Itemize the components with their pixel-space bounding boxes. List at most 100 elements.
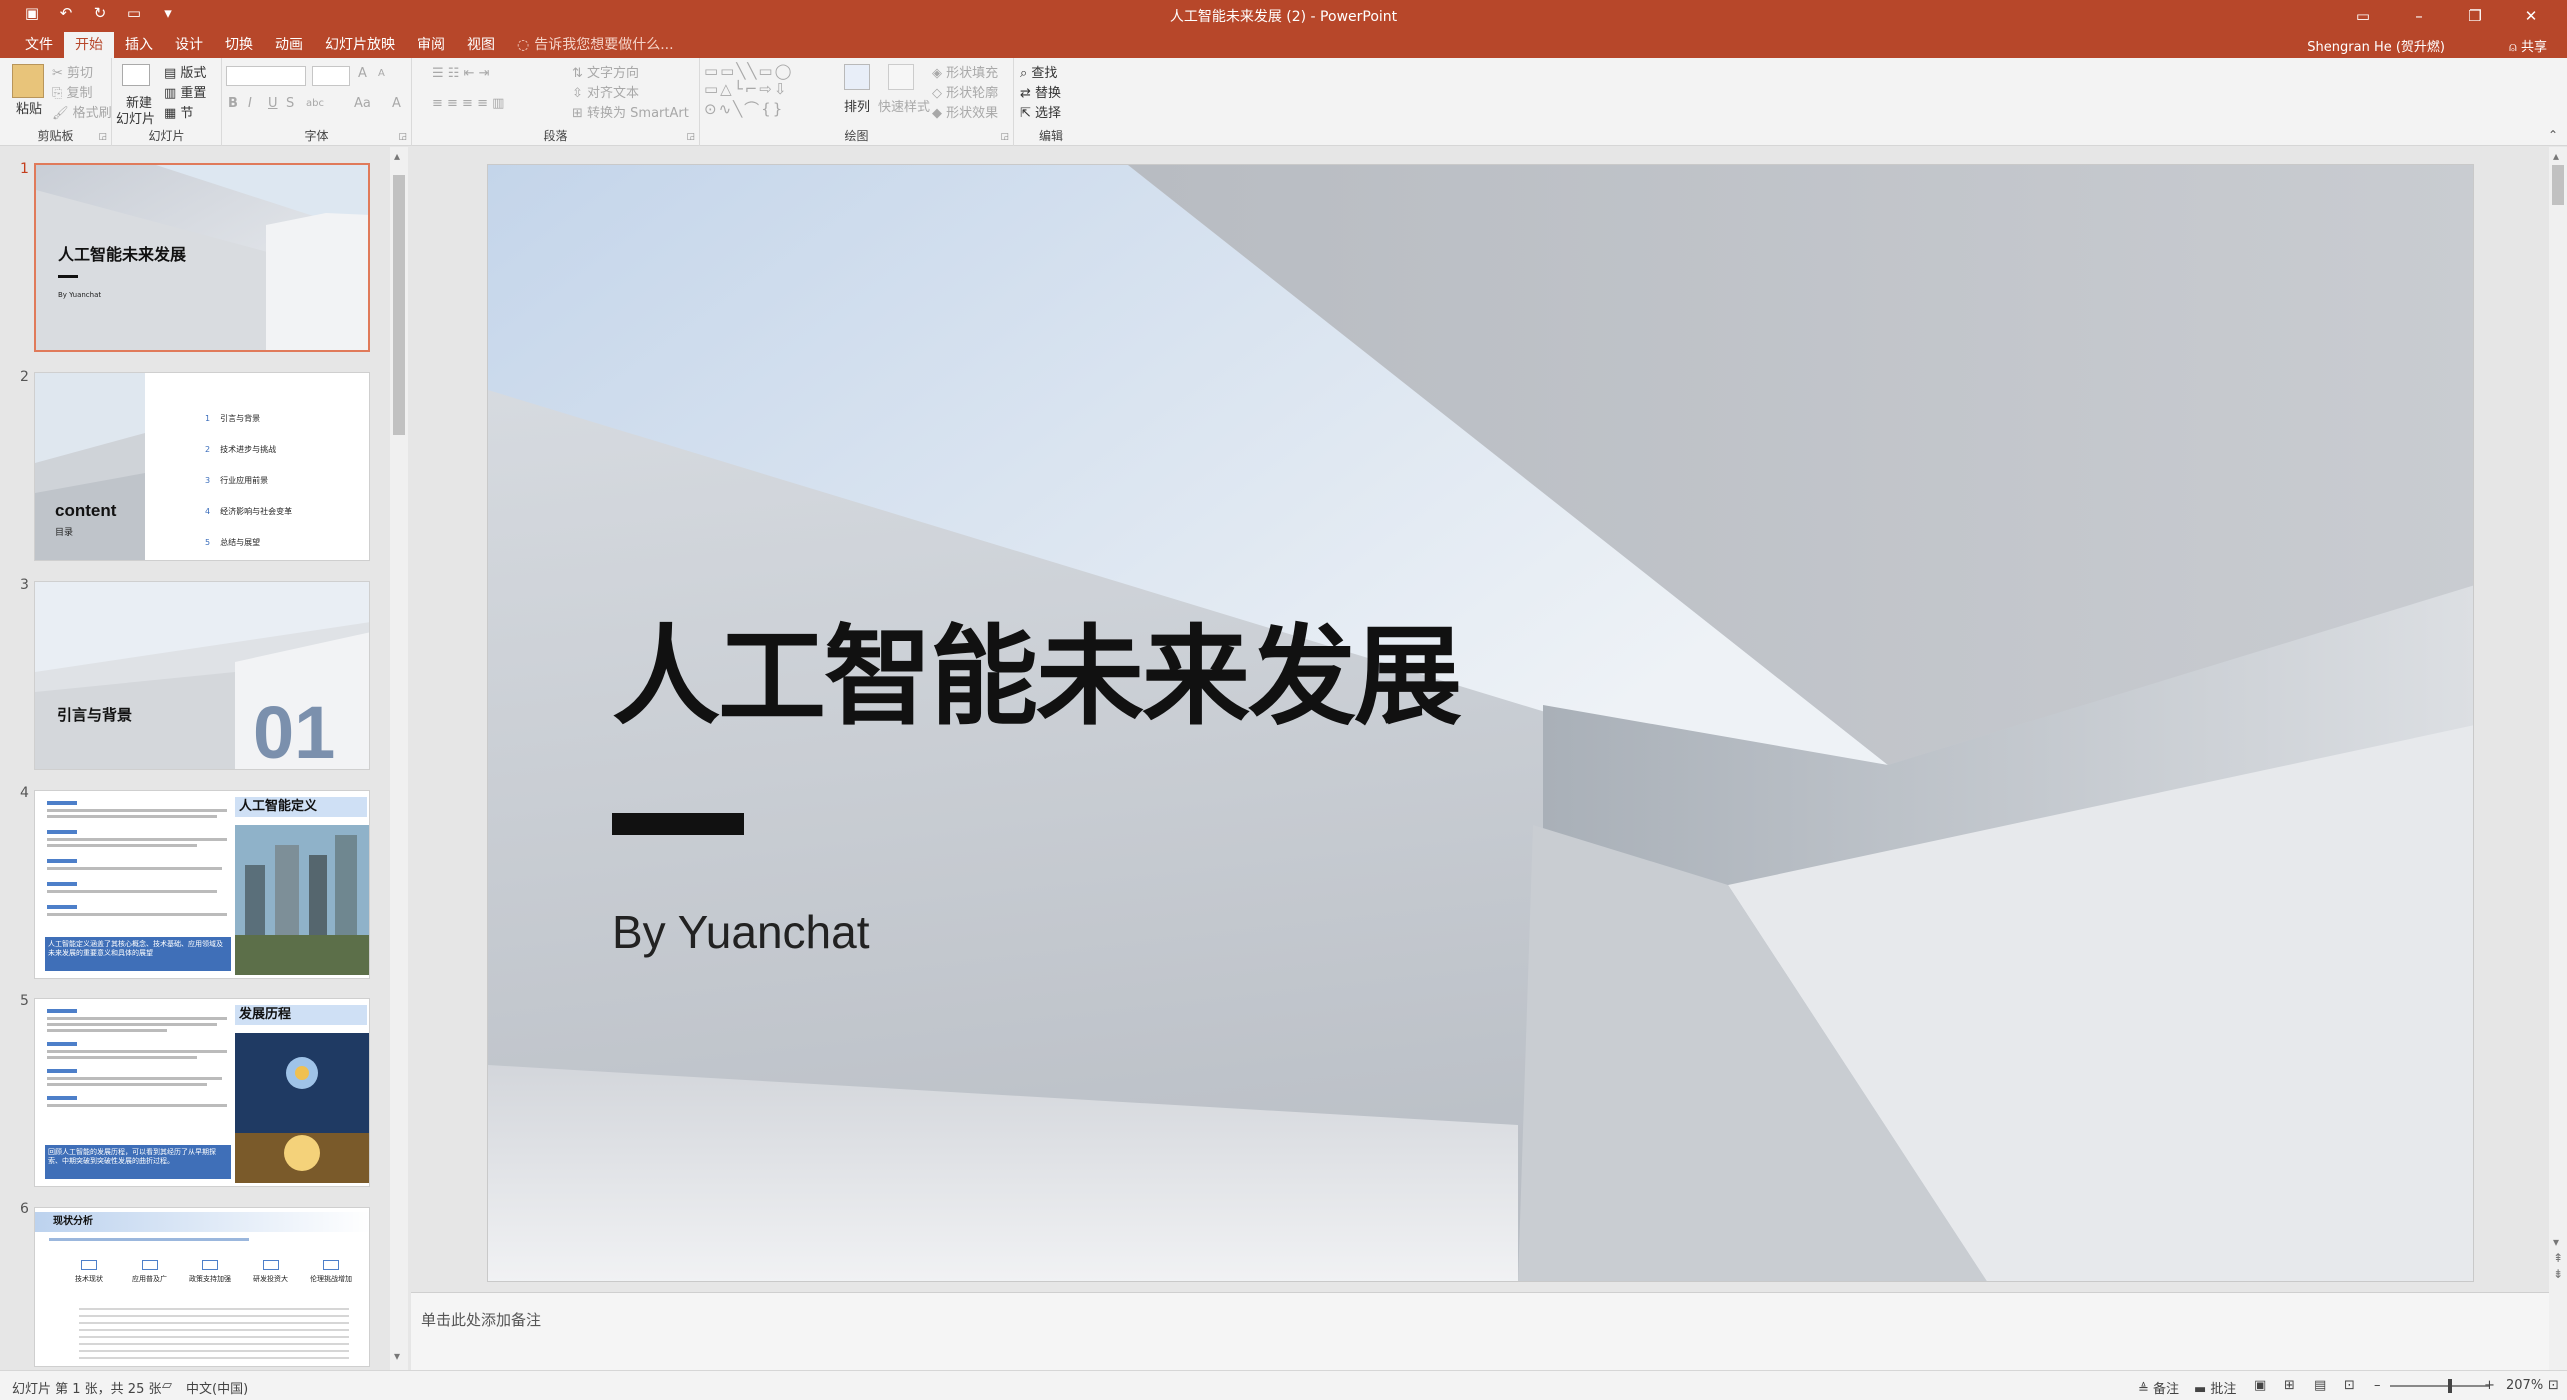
change-case-button[interactable]: Aa — [354, 96, 371, 111]
font-color-button[interactable]: A — [392, 96, 401, 111]
slide-thumbnail-2[interactable]: content 目录 1 引言与背景 2 技术进步与挑战 3 行业应用前景 4 经济影响… — [34, 372, 370, 561]
scrollbar-thumb[interactable] — [393, 175, 405, 435]
shape-outline-button[interactable]: ◇ 形状轮廓 — [932, 82, 998, 101]
thumb-column: 技术现状 — [65, 1260, 113, 1284]
notes-pane[interactable]: 单击此处添加备注 — [411, 1292, 2549, 1370]
shrink-font-button[interactable]: A — [378, 68, 385, 79]
slide-thumbnail-4[interactable]: 人工智能定义 人工智能定义涵盖了其核心概念、技术基础、应用领域及未来发展的重要意… — [34, 790, 370, 979]
shape-effects-button[interactable]: ◆ 形状效果 — [932, 102, 998, 121]
scroll-up-icon[interactable]: ▴ — [2553, 149, 2559, 163]
arrange-button[interactable]: 排列 — [844, 96, 870, 115]
character-spacing-button[interactable]: abc — [306, 98, 324, 109]
find-button[interactable]: ⌕ 查找 — [1020, 62, 1057, 81]
reading-view-icon[interactable]: ▤ — [2314, 1378, 2326, 1393]
restore-button[interactable]: ❐ — [2447, 2, 2503, 30]
tab-animations[interactable]: 动画 — [264, 32, 314, 58]
paragraph-launcher-icon[interactable]: ◲ — [686, 132, 695, 142]
notes-placeholder: 单击此处添加备注 — [421, 1311, 542, 1329]
editor-scrollbar[interactable]: ▴ ▾ ⇞ ⇟ — [2549, 147, 2567, 1370]
thumb-text-lines — [79, 1308, 349, 1363]
zoom-out-button[interactable]: – — [2374, 1378, 2381, 1393]
grow-font-button[interactable]: A — [358, 66, 367, 81]
cut-button[interactable]: ✂ 剪切 — [52, 62, 93, 81]
thumb-column: 伦理挑战增加 — [307, 1260, 355, 1284]
scroll-up-icon[interactable]: ▴ — [394, 149, 400, 163]
shape-fill-button[interactable]: ◈ 形状填充 — [932, 62, 998, 81]
slideshow-view-icon[interactable]: ⊡ — [2344, 1378, 2355, 1393]
slide-count: 幻灯片 第 1 张，共 25 张 — [12, 1382, 162, 1397]
minimize-button[interactable]: – — [2391, 2, 2447, 30]
font-launcher-icon[interactable]: ◲ — [398, 132, 407, 142]
toc-label: 技术进步与挑战 — [220, 445, 277, 454]
scroll-down-icon[interactable]: ▾ — [2553, 1235, 2559, 1249]
zoom-in-button[interactable]: + — [2484, 1378, 2495, 1393]
previous-slide-icon[interactable]: ⇞ — [2553, 1251, 2563, 1265]
notes-toggle-button[interactable]: ≜ 备注 — [2138, 1378, 2179, 1397]
main-slide-canvas[interactable]: 人工智能未来发展 By Yuanchat — [487, 164, 2474, 1282]
underline-button[interactable]: U — [268, 96, 278, 111]
clipboard-launcher-icon[interactable]: ◲ — [98, 132, 107, 142]
tell-me-search[interactable]: ◌ 告诉我您想要做什么... — [506, 32, 685, 58]
reset-button[interactable]: ▥ 重置 — [164, 82, 206, 101]
quick-styles-button[interactable]: 快速样式 — [878, 96, 930, 115]
italic-button[interactable]: I — [248, 96, 252, 111]
font-size-box[interactable] — [312, 66, 350, 86]
align-text-button[interactable]: ⇳ 对齐文本 — [572, 82, 639, 101]
font-name-box[interactable] — [226, 66, 306, 86]
layout-button[interactable]: ▤ 版式 — [164, 62, 206, 81]
paste-button[interactable]: 粘贴 — [16, 98, 42, 117]
tab-home[interactable]: 开始 — [64, 32, 114, 58]
spell-check-icon[interactable]: ▱ — [162, 1378, 172, 1393]
next-slide-icon[interactable]: ⇟ — [2553, 1267, 2563, 1281]
select-button[interactable]: ⇱ 选择 — [1020, 102, 1061, 121]
notes-label: 备注 — [2153, 1382, 2180, 1397]
slide-sorter-view-icon[interactable]: ⊞ — [2284, 1378, 2295, 1393]
new-slide-label2[interactable]: 幻灯片 — [116, 108, 155, 127]
slide-thumbnail-3[interactable]: 引言与背景 01 — [34, 581, 370, 770]
ribbon-display-options-icon[interactable]: ▭ — [2335, 2, 2391, 30]
shapes-gallery[interactable]: ▭▭╲╲▭◯ ▭△└⌐⇨⇩ ⊙∿╲⌒{} — [704, 62, 793, 119]
text-direction-button[interactable]: ⇅ 文字方向 — [572, 62, 639, 81]
copy-button[interactable]: ⎘ 复制 — [52, 82, 93, 101]
tab-slideshow[interactable]: 幻灯片放映 — [314, 32, 406, 58]
share-button[interactable]: ⍝ 共享 — [2509, 36, 2547, 55]
bullets-button[interactable]: ☰ ☷ ⇤ ⇥ — [432, 66, 490, 81]
collapse-ribbon-icon[interactable]: ⌃ — [2548, 128, 2558, 142]
tab-view[interactable]: 视图 — [456, 32, 506, 58]
slide-thumbnail-5[interactable]: 发展历程 回顾人工智能的发展历程，可以看到其经历了从早期探索、中期突破到突破性发… — [34, 998, 370, 1187]
slide-thumbnail-1[interactable]: 人工智能未来发展 By Yuanchat — [34, 163, 370, 352]
thumbnail-scrollbar[interactable]: ▴ ▾ — [390, 147, 408, 1370]
slide-subtitle[interactable]: By Yuanchat — [612, 905, 869, 959]
format-painter-button[interactable]: 🖌 格式刷 — [52, 102, 112, 121]
toc-num: 2 — [205, 445, 211, 454]
title-underline-bar — [612, 813, 744, 835]
scroll-down-icon[interactable]: ▾ — [394, 1349, 400, 1363]
thumb-column: 研发投资大 — [247, 1260, 295, 1284]
scrollbar-thumb[interactable] — [2552, 165, 2564, 205]
shadow-button[interactable]: S — [286, 96, 294, 111]
normal-view-icon[interactable]: ▣ — [2254, 1378, 2266, 1393]
tab-file[interactable]: 文件 — [14, 32, 64, 58]
slide-thumbnail-6[interactable]: 现状分析 技术现状 应用普及广 政策支持加强 研发投资大 伦理挑战增加 — [34, 1207, 370, 1367]
slide-title[interactable]: 人工智能未来发展 — [612, 590, 1462, 746]
slides-group-label: 幻灯片 — [148, 129, 185, 143]
zoom-slider[interactable] — [2390, 1379, 2490, 1393]
bold-button[interactable]: B — [228, 96, 238, 111]
replace-button[interactable]: ⇄ 替换 — [1020, 82, 1061, 101]
tab-insert[interactable]: 插入 — [114, 32, 164, 58]
close-button[interactable]: ✕ — [2503, 2, 2559, 30]
tab-review[interactable]: 审阅 — [406, 32, 456, 58]
drawing-launcher-icon[interactable]: ◲ — [1000, 132, 1009, 142]
comments-toggle-button[interactable]: ▬ 批注 — [2194, 1378, 2236, 1397]
language-indicator[interactable]: 中文(中国) — [186, 1378, 248, 1397]
zoom-slider-thumb[interactable] — [2448, 1379, 2452, 1393]
align-buttons[interactable]: ≡ ≡ ≡ ≡ ▥ — [432, 96, 504, 111]
tab-transitions[interactable]: 切换 — [214, 32, 264, 58]
zoom-level[interactable]: 207% — [2506, 1378, 2543, 1393]
toc-label: 行业应用前景 — [220, 476, 269, 485]
fit-slide-icon[interactable]: ⊡ — [2548, 1378, 2559, 1393]
tab-design[interactable]: 设计 — [164, 32, 214, 58]
convert-smartart-button[interactable]: ⊞ 转换为 SmartArt — [572, 102, 689, 121]
user-account[interactable]: Shengran He (贺升燃) — [2307, 36, 2445, 55]
section-button[interactable]: ▦ 节 — [164, 102, 193, 121]
